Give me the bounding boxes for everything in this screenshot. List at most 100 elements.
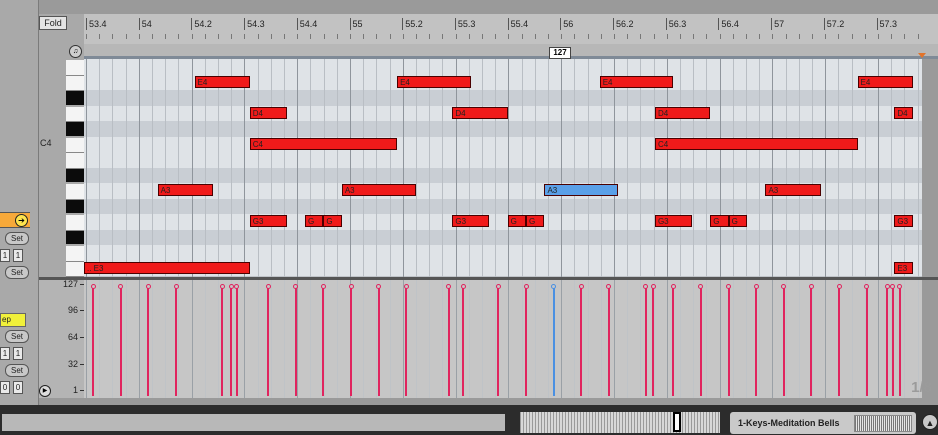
num-box-6[interactable]: 0 (13, 381, 23, 394)
velocity-handle[interactable] (145, 284, 151, 289)
velocity-stem[interactable] (230, 288, 233, 396)
velocity-handle[interactable] (650, 284, 656, 289)
midi-note-d4[interactable]: D4 (249, 106, 287, 119)
velocity-stem[interactable] (119, 288, 122, 396)
preview-headphone-icon[interactable]: ♫ (69, 45, 82, 58)
velocity-handle[interactable] (890, 284, 896, 289)
velocity-handle[interactable] (265, 284, 271, 289)
midi-note-e3[interactable]: .. E3 (84, 261, 250, 274)
white-key[interactable] (66, 153, 84, 169)
velocity-stem[interactable] (92, 288, 95, 396)
velocity-stem[interactable] (865, 288, 868, 396)
midi-note-g3b[interactable]: G (710, 215, 729, 227)
velocity-stem[interactable] (235, 288, 238, 396)
fold-button[interactable]: Fold (39, 16, 67, 30)
velocity-stem[interactable] (175, 288, 178, 396)
white-key[interactable] (66, 184, 84, 200)
midi-note-g3[interactable]: G3 (452, 215, 490, 227)
midi-note-g3c[interactable]: G (728, 215, 748, 227)
velocity-stem[interactable] (672, 288, 675, 396)
velocity-handle[interactable] (698, 284, 704, 289)
black-key[interactable] (66, 168, 84, 182)
velocity-stem[interactable] (322, 288, 325, 396)
velocity-handle[interactable] (376, 284, 382, 289)
midi-note-a3[interactable]: A3 (765, 184, 821, 196)
velocity-stem[interactable] (447, 288, 450, 396)
set-button-4[interactable]: Set (5, 364, 29, 377)
midi-note-c4[interactable]: C4 (249, 137, 398, 150)
clip-overview[interactable] (520, 412, 720, 433)
white-key[interactable] (66, 60, 84, 76)
velocity-stem[interactable] (644, 288, 647, 396)
midi-note-e4[interactable]: E4 (194, 75, 250, 88)
midi-note-c4[interactable]: C4 (654, 137, 858, 150)
velocity-handle[interactable] (884, 284, 890, 289)
velocity-handle[interactable] (219, 284, 225, 289)
velocity-stem[interactable] (699, 288, 702, 396)
velocity-stem[interactable] (267, 288, 270, 396)
velocity-handle[interactable] (726, 284, 732, 289)
midi-note-e3[interactable]: E3 (894, 261, 913, 274)
velocity-stem[interactable] (552, 288, 555, 396)
velocity-handle[interactable] (578, 284, 584, 289)
velocity-handle[interactable] (90, 284, 96, 289)
velocity-stem[interactable] (886, 288, 888, 396)
midi-note-g3[interactable]: G3 (654, 215, 692, 227)
midi-note-e4[interactable]: E4 (857, 75, 913, 88)
velocity-handle[interactable] (320, 284, 326, 289)
velocity-stem[interactable] (377, 288, 380, 396)
num-box-5[interactable]: 0 (0, 381, 10, 394)
loop-end-marker[interactable] (918, 53, 926, 58)
num-box-4[interactable]: 1 (13, 347, 23, 360)
midi-note-a3[interactable]: A3 (157, 184, 213, 196)
velocity-handle[interactable] (348, 284, 354, 289)
num-box-1[interactable]: 1 (0, 249, 10, 262)
velocity-handle[interactable] (753, 284, 759, 289)
white-key[interactable] (66, 75, 84, 91)
velocity-stem[interactable] (810, 288, 813, 396)
note-grid[interactable]: E4 D4 C4 A3 G3 G G.. E3 E4 D4 A3 G3 G G E4 A3 D4 C4 G3 G G A… (84, 59, 922, 277)
velocity-stem[interactable] (462, 288, 465, 396)
white-key[interactable] (66, 106, 84, 122)
mode-tag[interactable]: ep (0, 313, 26, 327)
velocity-handle[interactable] (864, 284, 870, 289)
timeline-ruler[interactable]: 53.4 54 54.2 54.3 54.4 55 55.2 55.3 55.4 56 56.2 56… (84, 14, 938, 45)
num-box-3[interactable]: 1 (0, 347, 10, 360)
midi-note-d4[interactable]: D4 (894, 106, 913, 119)
midi-note-g3[interactable]: G3 (894, 215, 913, 227)
velocity-stem[interactable] (727, 288, 730, 396)
velocity-stem[interactable] (294, 288, 297, 396)
velocity-handle[interactable] (495, 284, 501, 289)
velocity-stem[interactable] (838, 288, 841, 396)
velocity-stem[interactable] (755, 288, 758, 396)
velocity-handle[interactable] (897, 284, 903, 289)
velocity-handle[interactable] (670, 284, 676, 289)
hot-swap-button[interactable]: ➔ (0, 212, 30, 228)
velocity-stem[interactable] (652, 288, 655, 396)
midi-note-g3b[interactable]: G (507, 215, 526, 227)
velocity-stem[interactable] (221, 288, 224, 396)
midi-note-d4[interactable]: D4 (654, 106, 711, 119)
velocity-stem[interactable] (898, 288, 901, 396)
velocity-stem[interactable] (607, 288, 610, 396)
velocity-stem[interactable] (580, 288, 583, 396)
velocity-handle[interactable] (446, 284, 452, 289)
midi-note-d4[interactable]: D4 (452, 106, 508, 119)
velocity-handle[interactable] (118, 284, 124, 289)
velocity-handle[interactable] (173, 284, 179, 289)
midi-note-e4[interactable]: E4 (599, 75, 674, 88)
velocity-stem[interactable] (147, 288, 150, 396)
white-key[interactable] (66, 137, 84, 153)
overview-handle[interactable] (673, 412, 681, 432)
black-key[interactable] (66, 91, 84, 105)
midi-note-g3b[interactable]: G (305, 215, 324, 227)
midi-note-a3[interactable]: A3 (341, 184, 416, 196)
set-button-1[interactable]: Set (5, 232, 29, 245)
midi-note-g3[interactable]: G3 (249, 215, 287, 227)
midi-note-g3c[interactable]: G (323, 215, 342, 227)
black-key[interactable] (66, 122, 84, 136)
velocity-stem[interactable] (405, 288, 408, 396)
piano-keyboard[interactable] (66, 60, 84, 277)
velocity-stem[interactable] (497, 288, 500, 396)
set-button-3[interactable]: Set (5, 330, 29, 343)
